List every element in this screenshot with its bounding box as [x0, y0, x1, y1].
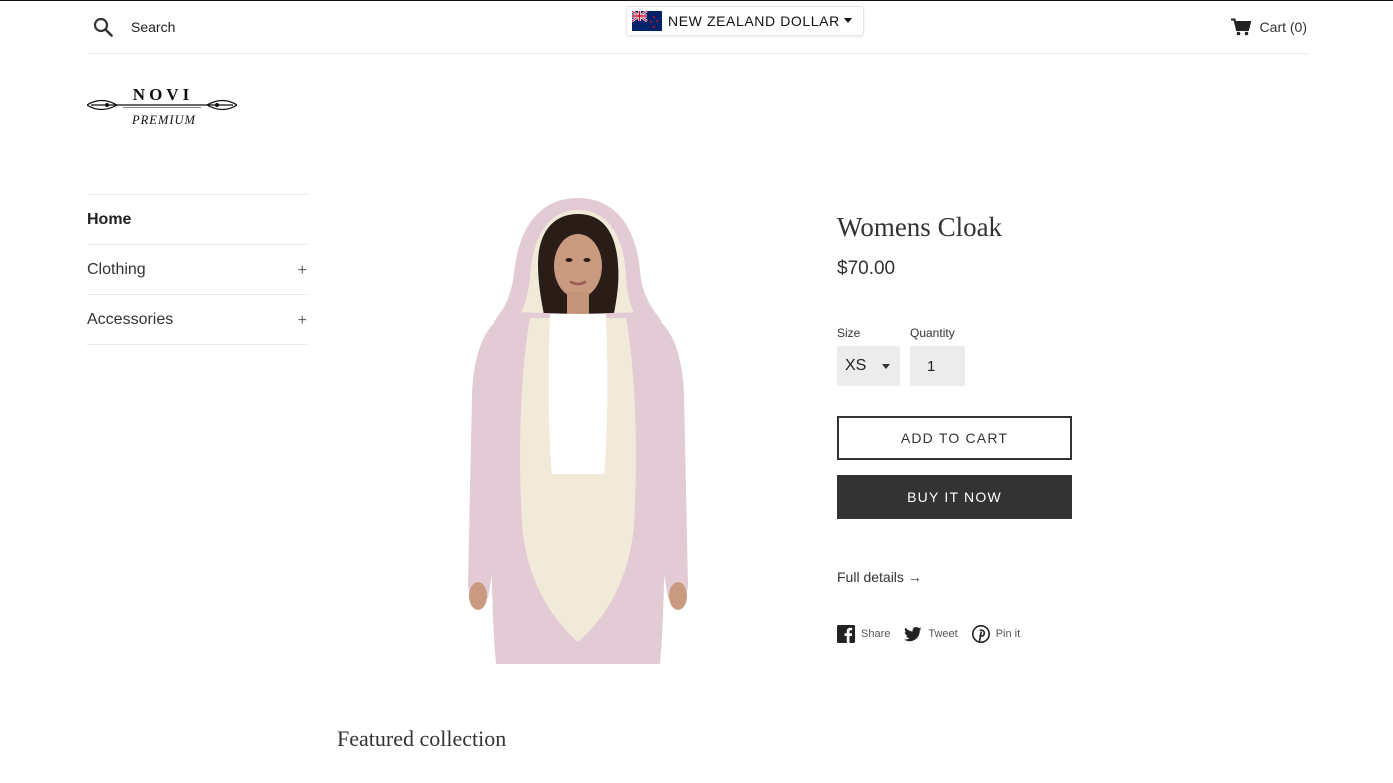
quantity-input[interactable]	[910, 346, 965, 386]
header-divider	[87, 53, 1307, 54]
search-bar[interactable]	[93, 17, 331, 37]
currency-label: NEW ZEALAND DOLLAR	[668, 13, 840, 29]
nz-flag-icon	[632, 11, 662, 31]
sidebar-item-accessories[interactable]: Accessories +	[87, 294, 307, 345]
pinterest-share-button[interactable]: Pin it	[971, 625, 1021, 643]
sidebar-item-home[interactable]: Home	[87, 194, 307, 244]
sidebar-item-label: Clothing	[87, 260, 146, 278]
twitter-share-label: Tweet	[928, 628, 958, 640]
cart-link[interactable]: Cart (0)	[1230, 18, 1307, 36]
quantity-label: Quantity	[910, 326, 955, 340]
share-links: Share Tweet Pin it	[837, 625, 1034, 643]
sidebar-item-clothing[interactable]: Clothing +	[87, 244, 307, 294]
pinterest-share-label: Pin it	[995, 628, 1021, 640]
logo-tagline: PREMIUM	[131, 113, 196, 127]
chevron-down-icon	[882, 364, 890, 369]
search-input[interactable]	[131, 17, 331, 37]
facebook-share-label: Share	[861, 628, 891, 640]
product-price: $70.00	[837, 258, 896, 279]
size-value: XS	[845, 357, 867, 374]
sidebar-item-label: Home	[87, 210, 132, 228]
size-label: Size	[837, 326, 861, 340]
pinterest-icon	[971, 625, 990, 643]
facebook-icon	[837, 625, 855, 643]
sidebar-nav: Home Clothing + Accessories +	[87, 194, 307, 345]
cart-icon	[1230, 18, 1251, 36]
facebook-share-button[interactable]: Share	[837, 625, 890, 643]
search-icon[interactable]	[93, 17, 113, 37]
twitter-icon	[904, 627, 922, 642]
featured-collection-heading: Featured collection	[337, 726, 507, 751]
twitter-share-button[interactable]: Tweet	[904, 625, 958, 643]
add-to-cart-button[interactable]: ADD TO CART	[837, 416, 1072, 460]
expand-plus-icon[interactable]: +	[298, 312, 307, 330]
currency-selector[interactable]: NEW ZEALAND DOLLAR	[626, 6, 864, 36]
chevron-down-icon	[843, 17, 852, 23]
buy-it-now-button[interactable]: BUY IT NOW	[837, 475, 1072, 519]
product-title: Womens Cloak	[837, 212, 1003, 242]
size-select[interactable]: XS	[837, 346, 900, 386]
full-details-link[interactable]: Full details →	[837, 569, 922, 585]
logo-brand: NOVI	[133, 85, 193, 104]
cart-label: Cart (0)	[1259, 19, 1307, 35]
store-logo[interactable]: NOVI PREMIUM	[87, 84, 237, 128]
expand-plus-icon[interactable]: +	[298, 262, 307, 280]
sidebar-item-label: Accessories	[87, 310, 174, 328]
top-border	[0, 0, 1393, 1]
product-image[interactable]	[466, 194, 690, 664]
